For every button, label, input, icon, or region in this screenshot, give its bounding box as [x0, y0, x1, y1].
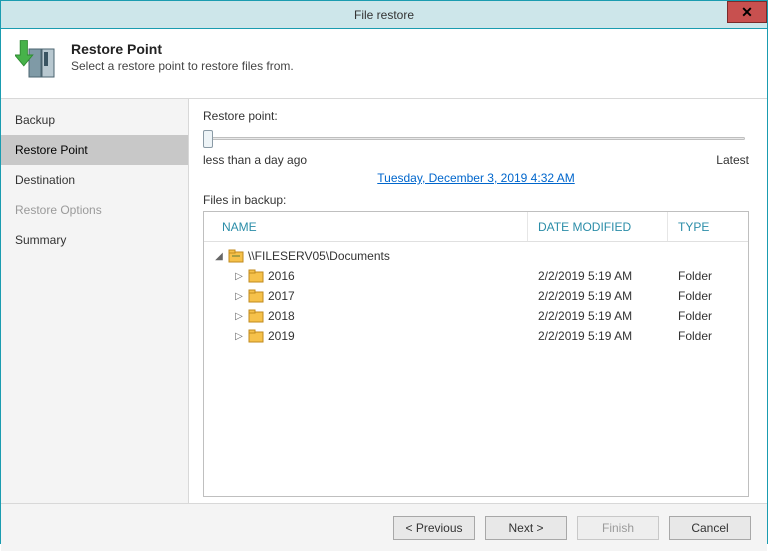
- restore-point-icon: [15, 39, 59, 86]
- expand-icon[interactable]: ▷: [234, 311, 244, 322]
- row-type: Folder: [668, 329, 748, 343]
- row-date: 2/2/2019 5:19 AM: [528, 269, 668, 283]
- table-row[interactable]: ▷ 2018 2/2/2019 5:19 AM Folder: [204, 306, 748, 326]
- collapse-icon[interactable]: ◢: [214, 251, 224, 262]
- selected-restore-point-link[interactable]: Tuesday, December 3, 2019 4:32 AM: [203, 171, 749, 185]
- column-date[interactable]: DATE MODIFIED: [528, 212, 668, 241]
- slider-right-label: Latest: [716, 153, 749, 167]
- folder-icon: [248, 289, 264, 303]
- next-button[interactable]: Next >: [485, 516, 567, 540]
- sidebar-item-backup[interactable]: Backup: [1, 105, 188, 135]
- restore-point-slider[interactable]: [203, 127, 749, 151]
- window-title: File restore: [1, 8, 767, 22]
- slider-left-label: less than a day ago: [203, 153, 307, 167]
- expand-icon[interactable]: ▷: [234, 331, 244, 342]
- sidebar-item-summary[interactable]: Summary: [1, 225, 188, 255]
- column-name[interactable]: NAME: [204, 212, 528, 241]
- wizard-window: File restore ✕ Restore Point Select a re…: [0, 0, 768, 544]
- slider-thumb[interactable]: [203, 130, 213, 148]
- titlebar: File restore ✕: [1, 1, 767, 29]
- restore-point-label: Restore point:: [203, 109, 749, 123]
- folder-icon: [248, 269, 264, 283]
- close-icon: ✕: [741, 4, 753, 21]
- table-row[interactable]: ▷ 2017 2/2/2019 5:19 AM Folder: [204, 286, 748, 306]
- folder-icon: [248, 309, 264, 323]
- table-row[interactable]: ▷ 2019 2/2/2019 5:19 AM Folder: [204, 326, 748, 346]
- row-type: Folder: [668, 309, 748, 323]
- table-row[interactable]: ▷ 2016 2/2/2019 5:19 AM Folder: [204, 266, 748, 286]
- sidebar-item-destination[interactable]: Destination: [1, 165, 188, 195]
- expand-icon[interactable]: ▷: [234, 291, 244, 302]
- header-text: Restore Point Select a restore point to …: [71, 39, 294, 86]
- row-name: 2017: [268, 289, 295, 303]
- row-type: Folder: [668, 289, 748, 303]
- column-type[interactable]: TYPE: [668, 212, 748, 241]
- row-date: 2/2/2019 5:19 AM: [528, 309, 668, 323]
- wizard-body: Backup Restore Point Destination Restore…: [1, 98, 767, 503]
- tree-header: NAME DATE MODIFIED TYPE: [204, 212, 748, 242]
- folder-icon: [248, 329, 264, 343]
- row-type: Folder: [668, 269, 748, 283]
- row-date: 2/2/2019 5:19 AM: [528, 289, 668, 303]
- wizard-content: Restore point: less than a day ago Lates…: [189, 99, 767, 503]
- sidebar-item-restore-options: Restore Options: [1, 195, 188, 225]
- files-label: Files in backup:: [203, 193, 749, 207]
- row-name: 2018: [268, 309, 295, 323]
- tree-root-row[interactable]: ◢ \\FILESERV05\Documents: [204, 246, 748, 266]
- close-button[interactable]: ✕: [727, 1, 767, 23]
- slider-track: [207, 137, 745, 140]
- row-date: 2/2/2019 5:19 AM: [528, 329, 668, 343]
- sidebar-item-restore-point[interactable]: Restore Point: [1, 135, 188, 165]
- cancel-button[interactable]: Cancel: [669, 516, 751, 540]
- row-name: 2016: [268, 269, 295, 283]
- row-name: 2019: [268, 329, 295, 343]
- wizard-sidebar: Backup Restore Point Destination Restore…: [1, 99, 189, 503]
- slider-legend: less than a day ago Latest: [203, 153, 749, 167]
- previous-button[interactable]: < Previous: [393, 516, 475, 540]
- finish-button: Finish: [577, 516, 659, 540]
- share-folder-icon: [228, 249, 244, 263]
- wizard-header: Restore Point Select a restore point to …: [1, 29, 767, 98]
- page-subtitle: Select a restore point to restore files …: [71, 59, 294, 73]
- root-name: \\FILESERV05\Documents: [248, 249, 390, 263]
- page-title: Restore Point: [71, 41, 294, 57]
- tree-body: ◢ \\FILESERV05\Documents ▷ 2016: [204, 242, 748, 496]
- expand-icon[interactable]: ▷: [234, 271, 244, 282]
- files-tree: NAME DATE MODIFIED TYPE ◢ \\FILESERV05\D…: [203, 211, 749, 497]
